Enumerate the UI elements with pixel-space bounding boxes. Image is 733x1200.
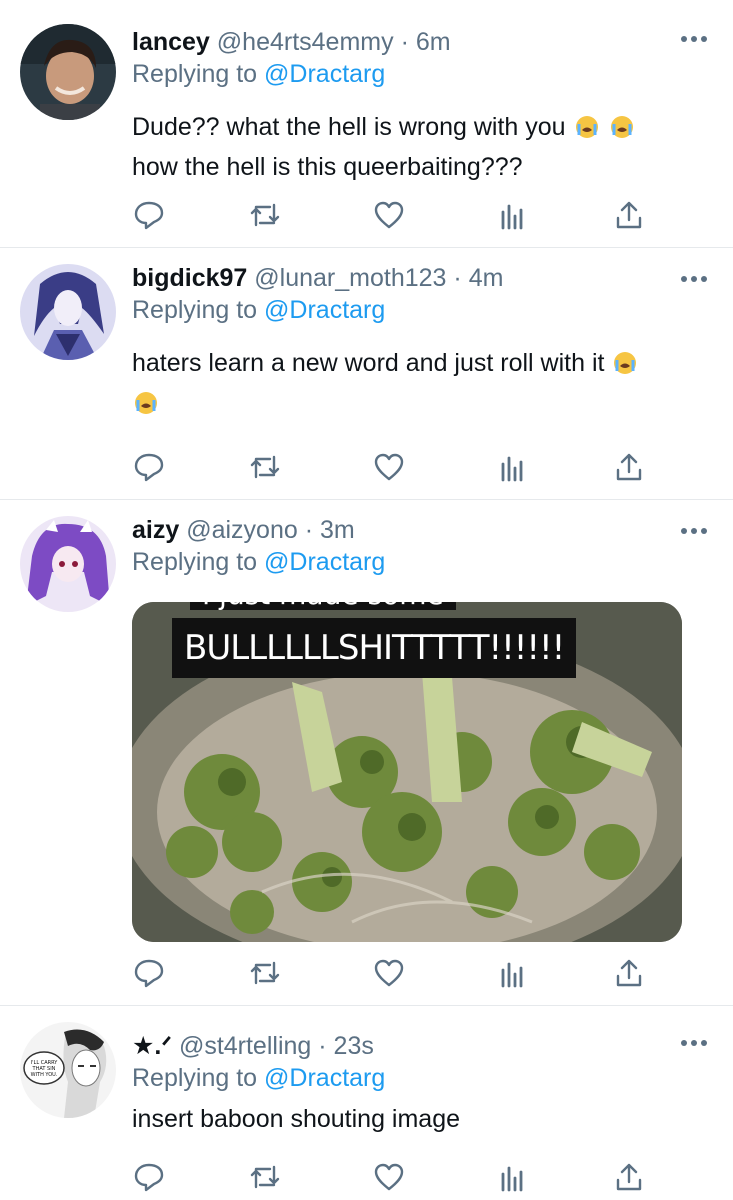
like-icon[interactable]	[372, 450, 406, 484]
separator-dot: ·	[453, 264, 462, 292]
share-icon[interactable]	[612, 450, 646, 484]
handle[interactable]: @st4rtelling	[179, 1032, 311, 1060]
handle[interactable]: @he4rts4emmy	[217, 28, 394, 56]
replying-to: Replying to @Dractarg	[132, 295, 697, 325]
reply-feed: lancey @he4rts4emmy · 6m Replying to @Dr…	[0, 0, 733, 1200]
tweet[interactable]: aizy @aizyono · 3m Replying to @Dractarg	[0, 500, 733, 1006]
image-caption: BULLLLLLSHITTTTT!!!!!!	[172, 618, 577, 678]
replying-prefix: Replying to	[132, 60, 258, 88]
timestamp[interactable]: 6m	[416, 28, 451, 56]
retweet-icon[interactable]	[248, 198, 282, 232]
more-icon[interactable]	[681, 528, 709, 538]
reply-icon[interactable]	[132, 956, 166, 990]
handle[interactable]: @aizyono	[186, 516, 298, 544]
mention-link[interactable]: @Dractarg	[264, 548, 385, 576]
display-name[interactable]: aizy	[132, 516, 179, 544]
analytics-icon[interactable]	[494, 1160, 528, 1194]
avatar-image	[20, 516, 116, 612]
crying-emoji	[610, 116, 633, 138]
display-name[interactable]: bigdick97	[132, 264, 247, 292]
display-name[interactable]: ★.ᐟ	[132, 1032, 172, 1060]
replying-prefix: Replying to	[132, 1064, 258, 1092]
image-caption-partial: I just made some	[190, 602, 456, 610]
handle[interactable]: @lunar_moth123	[254, 264, 446, 292]
timestamp[interactable]: 23s	[334, 1032, 374, 1060]
replying-to: Replying to @Dractarg	[132, 59, 697, 89]
reply-icon[interactable]	[132, 198, 166, 232]
tweet-text: Dude?? what the hell is wrong with you h…	[132, 107, 697, 187]
retweet-icon[interactable]	[248, 450, 282, 484]
tweet[interactable]: bigdick97 @lunar_moth123 · 4m Replying t…	[0, 248, 733, 500]
more-icon[interactable]	[681, 36, 709, 46]
tweet-text: insert baboon shouting image	[132, 1099, 697, 1139]
avatar[interactable]: I'LL CARRY THAT SIN WITH YOU.	[20, 1022, 116, 1118]
mention-link[interactable]: @Dractarg	[264, 1064, 385, 1092]
mention-link[interactable]: @Dractarg	[264, 296, 385, 324]
replying-prefix: Replying to	[132, 296, 258, 324]
analytics-icon[interactable]	[494, 956, 528, 990]
separator-dot: ·	[400, 28, 409, 56]
separator-dot: ·	[318, 1032, 327, 1060]
tweet[interactable]: lancey @he4rts4emmy · 6m Replying to @Dr…	[0, 0, 733, 248]
tweet-header: ★.ᐟ @st4rtelling · 23s	[132, 1031, 697, 1061]
timestamp[interactable]: 4m	[469, 264, 504, 292]
tweet-image[interactable]: I just made some BULLLLLLSHITTTTT!!!!!!	[132, 602, 682, 942]
more-icon[interactable]	[681, 1040, 709, 1050]
crying-emoji	[575, 116, 598, 138]
crying-emoji	[614, 352, 637, 374]
mention-link[interactable]: @Dractarg	[264, 60, 385, 88]
share-icon[interactable]	[612, 1160, 646, 1194]
tweet-header: aizy @aizyono · 3m	[132, 515, 697, 545]
like-icon[interactable]	[372, 956, 406, 990]
tweet-text-line: haters learn a new word and just roll wi…	[132, 349, 605, 377]
retweet-icon[interactable]	[248, 1160, 282, 1194]
tweet-actions	[132, 198, 652, 232]
share-icon[interactable]	[612, 956, 646, 990]
tweet-header: lancey @he4rts4emmy · 6m	[132, 27, 697, 57]
like-icon[interactable]	[372, 198, 406, 232]
crying-emoji	[135, 392, 157, 414]
tweet-actions	[132, 956, 652, 990]
avatar-image: I'LL CARRY THAT SIN WITH YOU.	[20, 1022, 116, 1118]
analytics-icon[interactable]	[494, 198, 528, 232]
avatar[interactable]	[20, 24, 116, 120]
tweet-text-line: insert baboon shouting image	[132, 1105, 461, 1133]
tweet[interactable]: I'LL CARRY THAT SIN WITH YOU. ★.ᐟ @st4rt…	[0, 1006, 733, 1200]
more-icon[interactable]	[681, 276, 709, 286]
retweet-icon[interactable]	[248, 956, 282, 990]
tweet-text-line: Dude?? what the hell is wrong with you	[132, 113, 566, 141]
share-icon[interactable]	[612, 198, 646, 232]
reply-icon[interactable]	[132, 1160, 166, 1194]
tweet-text: haters learn a new word and just roll wi…	[132, 343, 697, 423]
avatar[interactable]	[20, 516, 116, 612]
timestamp[interactable]: 3m	[320, 516, 355, 544]
avatar-image	[20, 24, 116, 120]
tweet-text-line: how the hell is this queerbaiting???	[132, 153, 523, 181]
reply-icon[interactable]	[132, 450, 166, 484]
replying-to: Replying to @Dractarg	[132, 547, 697, 577]
like-icon[interactable]	[372, 1160, 406, 1194]
avatar[interactable]	[20, 264, 116, 360]
tweet-header: bigdick97 @lunar_moth123 · 4m	[132, 263, 697, 293]
replying-to: Replying to @Dractarg	[132, 1063, 697, 1093]
tweet-actions	[132, 1160, 652, 1194]
tweet-actions	[132, 450, 652, 484]
svg-text:WITH YOU.: WITH YOU.	[31, 1072, 58, 1078]
separator-dot: ·	[304, 516, 314, 544]
analytics-icon[interactable]	[494, 450, 528, 484]
display-name[interactable]: lancey	[132, 28, 210, 56]
avatar-image	[20, 264, 116, 360]
replying-prefix: Replying to	[132, 548, 258, 576]
